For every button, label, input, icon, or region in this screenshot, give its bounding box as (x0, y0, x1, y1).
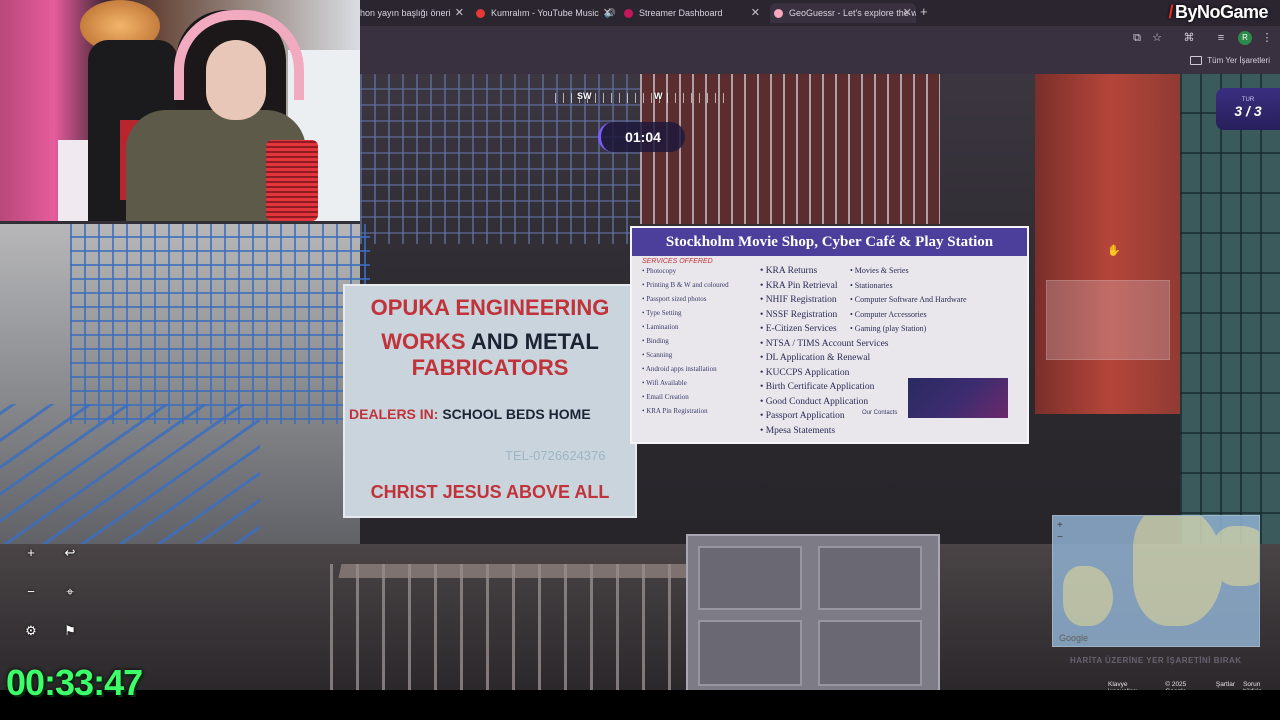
tab-title: Streamer Dashboard (639, 8, 723, 18)
tab-streamer-dashboard[interactable]: Streamer Dashboard ✕ (624, 3, 764, 23)
media-controls-icon[interactable]: ≡ (1214, 31, 1228, 45)
services-column: • Photocopy • Printing B & W and coloured… (642, 264, 729, 418)
undo-move-icon[interactable]: ↩ (58, 541, 82, 565)
youtube-music-icon (476, 8, 485, 18)
service-item: • Computer Accessories (850, 309, 927, 319)
service-item: • Good Conduct Application (760, 396, 869, 407)
stream-elapsed-timer: 00:33:47 (6, 662, 143, 703)
brand-text: ByNoGame (1174, 2, 1269, 22)
guess-minimap[interactable]: + − Google (1052, 515, 1260, 647)
zoom-out-button[interactable]: − (19, 580, 43, 604)
sign-line: CHRIST JESUS ABOVE ALL (370, 482, 610, 502)
map-zoom-out-button[interactable]: − (1057, 532, 1063, 544)
map-zoom-in-button[interactable]: + (1057, 520, 1063, 532)
sign-phone: TEL-0726624376 (505, 448, 606, 463)
sign-text: AND METAL (470, 329, 599, 354)
compass-label: W (654, 91, 663, 101)
map-landmass (1133, 516, 1223, 626)
tab-title: hon yayın başlığı öneri (360, 8, 451, 18)
all-bookmarks-button[interactable]: Tüm Yer İşaretleri (1190, 56, 1270, 65)
service-item: • Type Setting (642, 309, 682, 317)
install-icon[interactable]: ⧉ (1130, 31, 1144, 45)
compass-label: SW (577, 91, 592, 101)
service-item: • Computer Software And Hardware (850, 295, 967, 304)
blue-metal-cage (70, 224, 370, 424)
profile-avatar[interactable]: R (1238, 31, 1252, 45)
close-icon[interactable]: ✕ (903, 6, 912, 19)
close-icon[interactable]: ✕ (751, 6, 760, 19)
google-logo: Google (1059, 633, 1089, 643)
service-item: • Email Creation (642, 393, 689, 401)
sign-line: OPUKA ENGINEERING (370, 295, 610, 320)
opuka-engineering-sign: OPUKA ENGINEERING WORKS AND METAL FABRIC… (343, 284, 637, 518)
service-item: • KUCCPS Application (760, 367, 850, 378)
sign-text: DEALERS IN: (349, 406, 443, 422)
sign-line: WORKS AND METAL (345, 330, 635, 354)
service-item: • Printing B & W and coloured (642, 281, 729, 289)
tab-title: Kumralım - YouTube Music (491, 8, 599, 18)
round-counter: TUR 3 / 3 (1216, 88, 1280, 130)
brand-logo: / ByNoGame (1168, 2, 1268, 23)
service-item: • Scanning (642, 351, 673, 359)
service-item: • Lamination (642, 323, 679, 331)
mouse-cursor-icon: ✋ (1107, 245, 1121, 257)
service-item: • Binding (642, 337, 669, 345)
checkpoint-flag-icon[interactable]: ⚑ (58, 619, 82, 643)
compass-bar: SW W (555, 91, 725, 105)
streamer-webcam (0, 0, 360, 221)
hover-highlight (1046, 280, 1170, 360)
service-item: • Passport sized photos (642, 295, 707, 303)
bookmark-star-icon[interactable]: ☆ (1150, 31, 1164, 45)
close-icon[interactable]: ✕ (603, 6, 612, 19)
microphone (266, 140, 318, 221)
stockholm-shop-sign: Stockholm Movie Shop, Cyber Café & Play … (630, 226, 1029, 444)
service-item: • Gaming (play Station) (850, 324, 927, 333)
dashboard-icon (624, 8, 633, 18)
service-item: • Android apps installation (642, 365, 717, 373)
service-item: • NTSA / TIMS Account Services (760, 338, 889, 349)
zoom-in-button[interactable]: + (19, 541, 43, 565)
flame-icon: / (1168, 2, 1173, 22)
bottom-letterbox (0, 690, 1280, 720)
tab-youtube-music[interactable]: Kumralım - YouTube Music 🔊 ✕ (476, 3, 616, 23)
geoguessr-pin-icon (774, 8, 783, 18)
tab-geoguessr[interactable]: GeoGuessr - Let's explore the w ✕ (770, 3, 916, 23)
tab-title: GeoGuessr - Let's explore the w (789, 8, 916, 18)
service-item: • KRA Pin Registration (642, 407, 708, 415)
tab-stream-title[interactable]: hon yayın başlığı öneri ✕ (360, 3, 468, 23)
new-tab-button[interactable]: + (920, 4, 928, 19)
map-zoom-controls[interactable]: + − (1057, 520, 1063, 544)
sign-text: SCHOOL BEDS HOME (442, 406, 591, 422)
service-item: • Birth Certificate Application (760, 382, 875, 392)
service-item: • Mpesa Statements (760, 425, 836, 436)
map-landmass (1213, 526, 1259, 586)
menu-kebab-icon[interactable]: ⋮ (1260, 31, 1274, 45)
service-item: • Movies & Series (850, 266, 909, 275)
map-landmass (1063, 566, 1113, 626)
mini-fridge (58, 140, 88, 221)
bookmarks-label: Tüm Yer İşaretleri (1207, 56, 1270, 65)
service-item: • Photocopy (642, 267, 677, 275)
sign-title: Stockholm Movie Shop, Cyber Café & Play … (632, 228, 1027, 256)
metal-gate (686, 534, 940, 690)
extensions-icon[interactable]: ⌘ (1182, 31, 1196, 45)
sign-contacts: Our Contacts (862, 410, 898, 416)
sign-text: WORKS (381, 329, 471, 354)
sign-line: FABRICATORS (411, 355, 569, 380)
round-value: 3 / 3 (1234, 103, 1262, 119)
sign-line: DEALERS IN: SCHOOL BEDS HOME (349, 406, 591, 422)
service-item: • Wifi Available (642, 379, 687, 387)
return-to-start-icon[interactable]: ⌖ (58, 580, 82, 604)
service-item: • DL Application & Renewal (760, 353, 871, 363)
round-timer: 01:04 (598, 122, 685, 152)
service-item: • Stationaries (850, 280, 893, 290)
services-column: • Movies & Series • Stationaries • Compute… (850, 264, 967, 337)
folder-icon (1190, 56, 1203, 65)
gaming-ad-image (908, 378, 1008, 418)
close-icon[interactable]: ✕ (455, 6, 464, 19)
place-marker-button[interactable]: HARİTA ÜZERİNE YER İŞARETİNİ BIRAK (1070, 656, 1242, 665)
settings-gear-icon[interactable]: ⚙ (19, 619, 43, 643)
